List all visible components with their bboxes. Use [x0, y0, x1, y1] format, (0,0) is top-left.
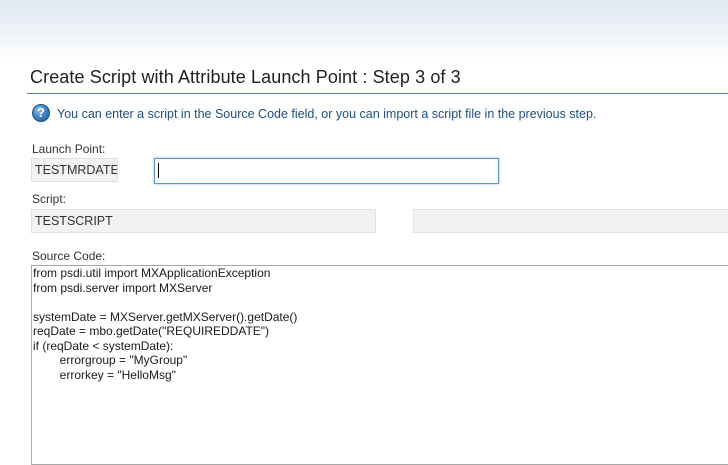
- dialog-title: Create Script with Attribute Launch Poin…: [30, 67, 461, 87]
- launch-point-description-input[interactable]: [154, 158, 499, 184]
- script-name-field[interactable]: TESTSCRIPT: [31, 209, 376, 233]
- script-description-field[interactable]: [413, 209, 728, 233]
- info-help-icon[interactable]: ?: [32, 104, 50, 122]
- source-code-label: Source Code:: [32, 249, 106, 263]
- source-code-textarea[interactable]: from psdi.util import MXApplicationExcep…: [31, 265, 728, 465]
- text-cursor: [158, 163, 159, 178]
- title-divider: [27, 93, 728, 94]
- page-header-band: [0, 0, 728, 62]
- info-message: You can enter a script in the Source Cod…: [57, 107, 597, 121]
- launch-point-field[interactable]: TESTMRDATE: [31, 158, 118, 182]
- launch-point-label: Launch Point:: [32, 142, 106, 156]
- script-label: Script:: [32, 192, 67, 206]
